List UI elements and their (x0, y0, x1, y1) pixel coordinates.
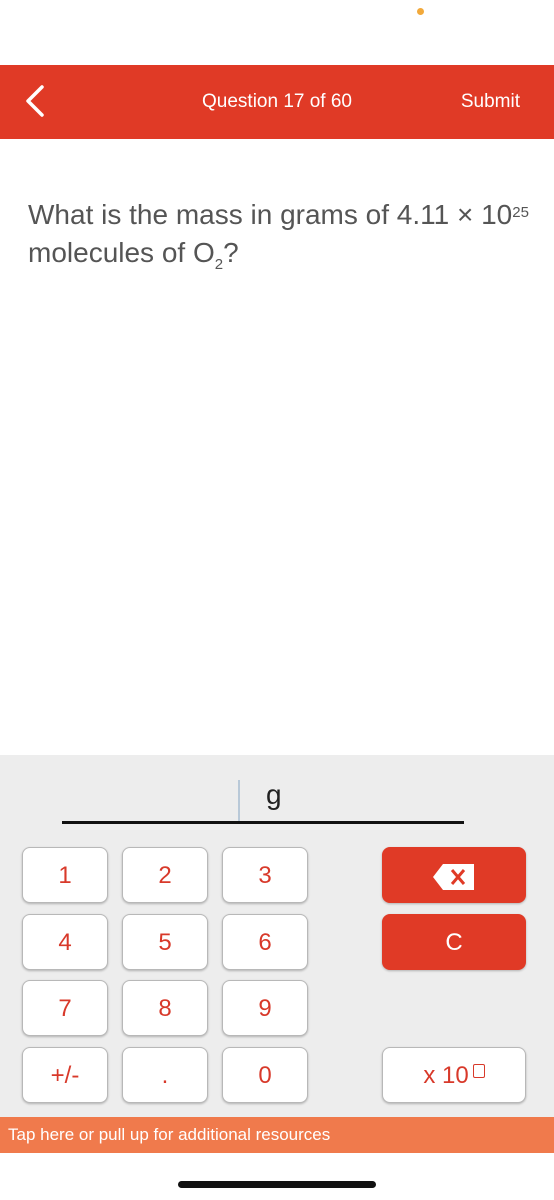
key-2[interactable]: 2 (122, 847, 208, 903)
key-0[interactable]: 0 (222, 1047, 308, 1103)
submit-button[interactable]: Submit (461, 65, 520, 139)
question-text: What is the mass in grams of 4.11 × 1025… (28, 196, 538, 277)
exponent-box-icon (472, 1064, 485, 1078)
exponent: 25 (512, 204, 529, 221)
text-cursor (238, 780, 240, 822)
answer-unit: g (266, 779, 282, 810)
status-indicator-dot (417, 8, 424, 15)
key-6[interactable]: 6 (222, 914, 308, 970)
keypad-panel: g 1 2 3 4 5 6 7 8 9 +/- . 0 C x 10 (0, 755, 554, 1117)
key-decimal[interactable]: . (122, 1047, 208, 1103)
question-text-part: molecules of O (28, 237, 215, 268)
resources-bar[interactable]: Tap here or pull up for additional resou… (0, 1117, 554, 1153)
key-9[interactable]: 9 (222, 980, 308, 1036)
times-ten-button[interactable]: x 10 (382, 1047, 526, 1103)
backspace-button[interactable] (382, 847, 526, 903)
backspace-icon (433, 863, 474, 890)
home-indicator[interactable] (178, 1181, 376, 1188)
header-bar: Question 17 of 60 Submit (0, 65, 554, 139)
clear-button[interactable]: C (382, 914, 526, 970)
key-8[interactable]: 8 (122, 980, 208, 1036)
key-3[interactable]: 3 (222, 847, 308, 903)
key-4[interactable]: 4 (22, 914, 108, 970)
key-5[interactable]: 5 (122, 914, 208, 970)
question-text-part: What is the mass in grams of 4.11 × 10 (28, 199, 513, 230)
answer-input[interactable] (62, 821, 464, 824)
key-1[interactable]: 1 (22, 847, 108, 903)
key-7[interactable]: 7 (22, 980, 108, 1036)
times-ten-label: x 10 (423, 1062, 469, 1089)
key-plus-minus[interactable]: +/- (22, 1047, 108, 1103)
subscript: 2 (214, 256, 224, 273)
question-text-part: ? (223, 237, 239, 268)
